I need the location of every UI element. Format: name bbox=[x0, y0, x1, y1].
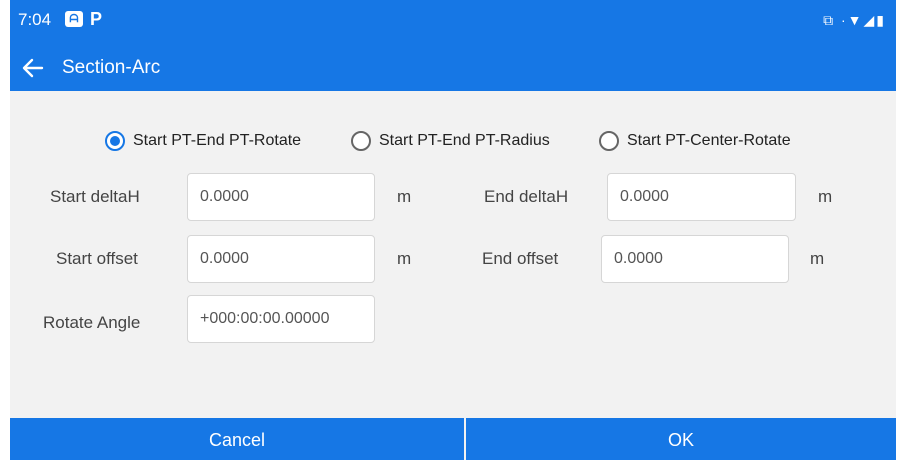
start-delta-h-input[interactable] bbox=[187, 173, 375, 221]
dialog-button-bar: Cancel OK bbox=[10, 418, 896, 460]
dialog-screen: 7:04 ᗩ P ⧉ ·▼◢▮ Section-Arc Start PT-End… bbox=[10, 0, 896, 460]
status-bar: 7:04 ᗩ P ⧉ ·▼◢▮ bbox=[10, 0, 896, 44]
radio-label: Start PT-Center-Rotate bbox=[627, 132, 791, 149]
radio-unchecked-icon bbox=[351, 131, 371, 151]
status-time: 7:04 bbox=[18, 10, 52, 29]
end-delta-h-unit: m bbox=[818, 187, 833, 206]
end-delta-h-label: End deltaH bbox=[484, 187, 569, 206]
ok-button[interactable]: OK bbox=[466, 418, 896, 460]
radio-start-center-rotate[interactable]: Start PT-Center-Rotate bbox=[599, 131, 839, 155]
radio-checked-icon bbox=[105, 131, 125, 151]
radio-start-end-rotate[interactable]: Start PT-End PT-Rotate bbox=[105, 131, 355, 155]
start-delta-h-label: Start deltaH bbox=[50, 187, 140, 206]
end-delta-h-input[interactable] bbox=[607, 173, 796, 221]
app-bar: Section-Arc bbox=[10, 44, 896, 91]
notification-icon: ᗩ bbox=[65, 11, 83, 27]
start-offset-input[interactable] bbox=[187, 235, 375, 283]
end-offset-input[interactable] bbox=[601, 235, 789, 283]
radio-unchecked-icon bbox=[599, 131, 619, 151]
radio-label: Start PT-End PT-Rotate bbox=[133, 132, 302, 149]
start-offset-unit: m bbox=[397, 249, 412, 268]
start-delta-h-unit: m bbox=[397, 187, 412, 206]
start-offset-label: Start offset bbox=[56, 249, 138, 268]
end-offset-label: End offset bbox=[482, 249, 559, 268]
radio-start-end-radius[interactable]: Start PT-End PT-Radius bbox=[351, 131, 591, 155]
radio-label: Start PT-End PT-Radius bbox=[379, 132, 550, 149]
cancel-button[interactable]: Cancel bbox=[10, 418, 464, 460]
rotate-angle-label: Rotate Angle bbox=[43, 313, 141, 332]
back-arrow-icon[interactable] bbox=[18, 53, 48, 83]
signal-battery-icons: ⧉ ·▼◢▮ bbox=[823, 12, 886, 28]
page-title: Section-Arc bbox=[62, 57, 161, 78]
end-offset-unit: m bbox=[810, 249, 825, 268]
parking-icon: P bbox=[90, 9, 103, 29]
rotate-angle-input[interactable] bbox=[187, 295, 375, 343]
